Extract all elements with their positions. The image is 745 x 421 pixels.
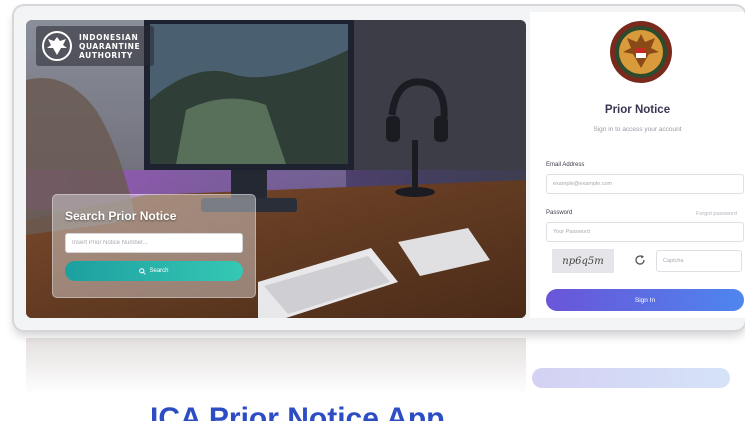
brand-line-2: QUARANTINE — [79, 41, 141, 51]
search-button[interactable]: Search — [65, 261, 243, 281]
window-reflection — [14, 338, 745, 394]
password-label: Password — [546, 210, 573, 216]
login-title: Prior Notice — [604, 104, 671, 116]
sign-in-button[interactable]: Sign In — [546, 289, 744, 311]
refresh-icon[interactable] — [634, 254, 646, 266]
reflection-hero — [26, 338, 526, 394]
forgot-password-link[interactable]: Forgot password — [696, 211, 737, 217]
badan-karantina-seal-icon — [610, 21, 672, 83]
app-window: INDONESIAN QUARANTINE AUTHORITY Search P… — [14, 6, 745, 330]
search-icon — [139, 267, 147, 275]
captcha-image: np6q5m — [552, 249, 614, 273]
email-field[interactable] — [546, 174, 744, 194]
login-panel: Prior Notice Sign in to access your acco… — [530, 12, 745, 318]
brand-line-1: INDONESIAN — [79, 32, 139, 42]
brand-logo: INDONESIAN QUARANTINE AUTHORITY — [36, 26, 154, 66]
hero-image-panel: INDONESIAN QUARANTINE AUTHORITY Search P… — [26, 20, 526, 318]
brand-name: INDONESIAN QUARANTINE AUTHORITY — [79, 33, 140, 60]
reflection-button — [532, 368, 730, 388]
garuda-emblem-icon — [42, 31, 72, 61]
prior-notice-number-input[interactable] — [65, 233, 243, 253]
captcha-field[interactable] — [656, 250, 742, 272]
login-subtitle: Sign in to access your account — [593, 126, 682, 133]
email-label: Email Address — [546, 162, 585, 168]
search-button-label: Search — [149, 268, 169, 274]
brand-line-3: AUTHORITY — [79, 50, 133, 60]
search-prior-notice-card: Search Prior Notice Search — [52, 194, 256, 298]
slide-caption: ICA Prior Notice App — [150, 402, 445, 421]
search-card-title: Search Prior Notice — [65, 209, 177, 223]
password-field[interactable] — [546, 222, 744, 242]
